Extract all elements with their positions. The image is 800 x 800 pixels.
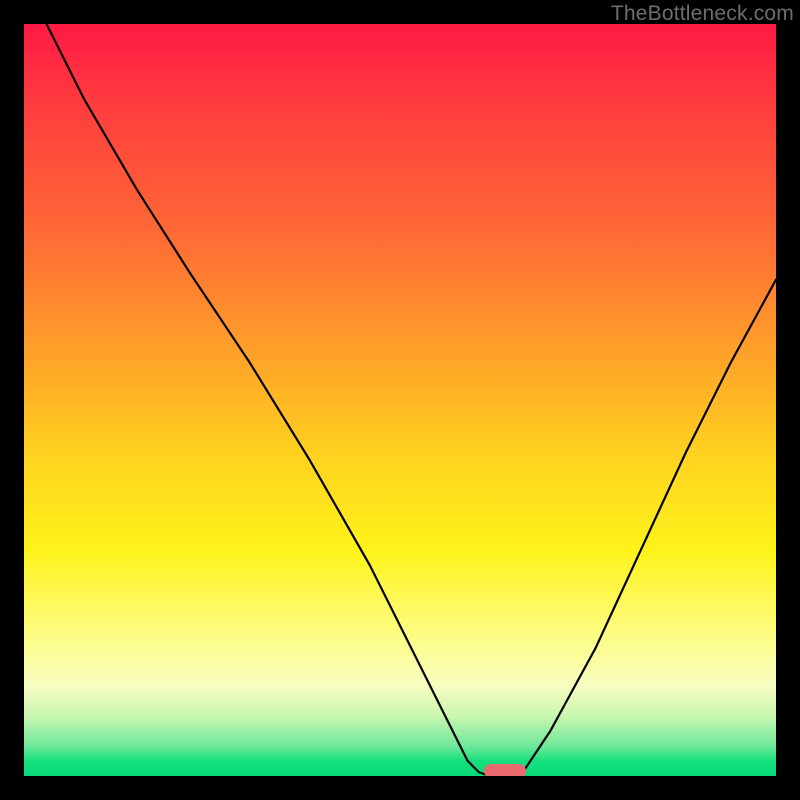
curve-svg bbox=[24, 24, 776, 776]
bottleneck-curve bbox=[47, 24, 776, 776]
watermark-text: TheBottleneck.com bbox=[611, 2, 794, 26]
valley-marker-pill bbox=[484, 764, 526, 776]
chart-container: TheBottleneck.com bbox=[0, 0, 800, 800]
plot-area bbox=[24, 24, 776, 776]
